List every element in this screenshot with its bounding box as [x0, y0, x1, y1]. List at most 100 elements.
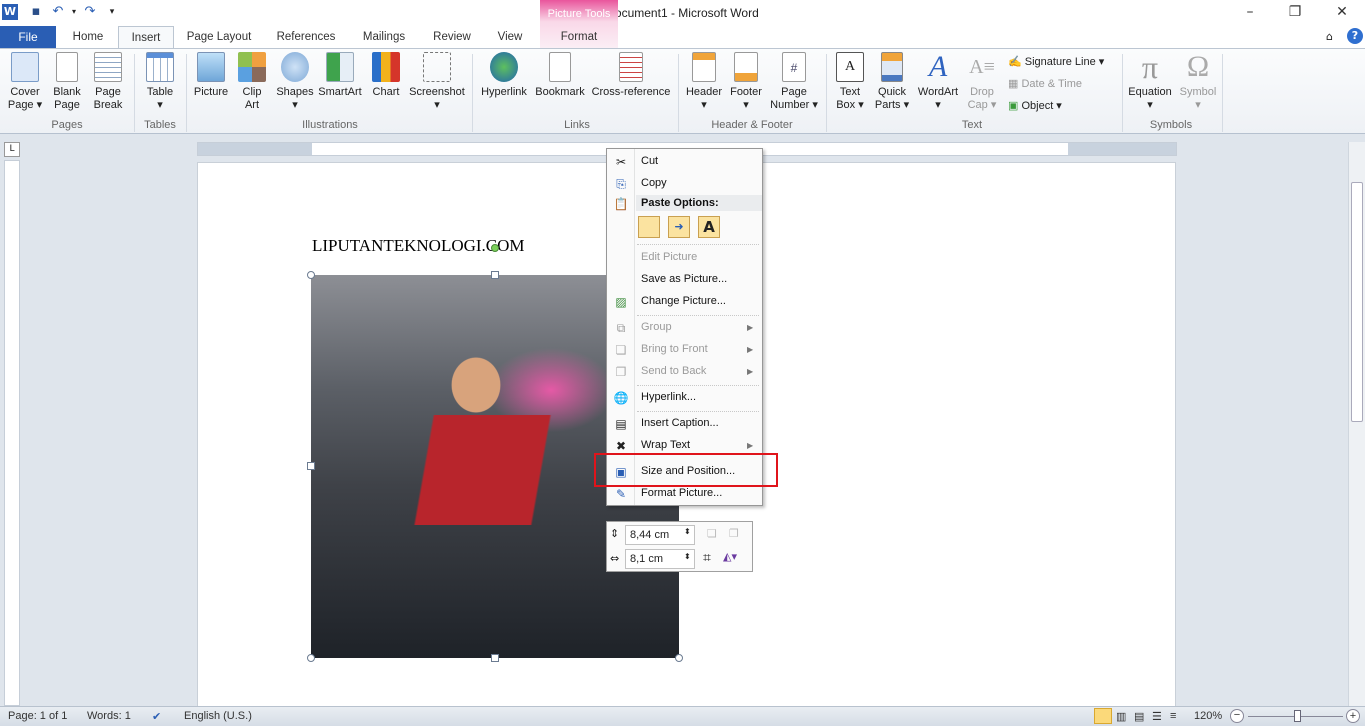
spinner-icon[interactable]: ⬍ — [684, 527, 691, 536]
crop-icon[interactable]: ⌗ — [703, 550, 711, 566]
date-time-button[interactable]: ▦ Date & Time — [1008, 77, 1082, 90]
resize-handle[interactable] — [307, 271, 315, 279]
tab-format[interactable]: Format — [545, 26, 613, 48]
zoom-out-icon[interactable]: − — [1230, 709, 1244, 723]
resize-handle[interactable] — [491, 654, 499, 662]
send-backward-icon[interactable]: ❐ — [729, 527, 739, 540]
tab-selector[interactable]: L — [4, 142, 20, 157]
draft-icon[interactable]: ≡ — [1170, 710, 1176, 722]
menu-item-save-as-picture[interactable]: Save as Picture... — [641, 273, 727, 285]
help-icon[interactable]: ? — [1347, 28, 1363, 44]
menu-item-edit-picture[interactable]: Edit Picture — [641, 251, 697, 263]
page-break-button[interactable]: Page Break — [88, 52, 128, 112]
proofing-icon[interactable]: ✔ — [152, 710, 161, 723]
symbol-button[interactable]: Ω Symbol ▾ — [1176, 52, 1220, 112]
outline-icon[interactable]: ☰ — [1152, 710, 1162, 723]
copy-icon: ⎘ — [616, 177, 626, 191]
tab-insert[interactable]: Insert — [118, 26, 174, 49]
menu-item-hyperlink[interactable]: Hyperlink... — [641, 391, 696, 403]
resize-handle[interactable] — [675, 654, 683, 662]
paste-options-label: Paste Options: — [641, 197, 719, 209]
group-text: Text — [961, 119, 983, 131]
clip-art-button[interactable]: Clip Art — [236, 52, 268, 112]
picture-button[interactable]: Picture — [190, 52, 232, 99]
minimize-ribbon-icon[interactable]: ⌂ — [1326, 30, 1333, 43]
bookmark-icon — [549, 52, 571, 82]
menu-item-cut[interactable]: Cut — [641, 155, 658, 167]
hyperlink-button[interactable]: Hyperlink — [478, 52, 530, 99]
status-bar: Page: 1 of 1 Words: 1 ✔ English (U.S.) ▥… — [0, 706, 1365, 726]
tab-review[interactable]: Review — [424, 26, 480, 48]
object-button[interactable]: ▣ Object ▾ — [1008, 99, 1062, 112]
tab-references[interactable]: References — [268, 26, 344, 48]
tab-file[interactable]: File — [0, 26, 56, 48]
print-layout-icon[interactable] — [1094, 708, 1112, 724]
text-box-button[interactable]: A Text Box ▾ — [830, 52, 870, 112]
zoom-slider-thumb[interactable] — [1294, 710, 1301, 722]
tab-home[interactable]: Home — [62, 26, 114, 48]
resize-handle[interactable] — [307, 462, 315, 470]
submenu-arrow-icon: ▶ — [747, 367, 754, 376]
paste-keep-formatting-icon[interactable] — [638, 216, 660, 238]
equation-button[interactable]: π Equation ▾ — [1124, 51, 1176, 112]
cross-reference-button[interactable]: Cross-reference — [590, 52, 672, 99]
zoom-level[interactable]: 120% — [1194, 710, 1222, 722]
wordart-button[interactable]: A WordArt ▾ — [914, 52, 962, 112]
vertical-ruler[interactable] — [4, 160, 20, 706]
menu-item-group[interactable]: Group — [641, 321, 672, 333]
menu-item-insert-caption[interactable]: Insert Caption... — [641, 417, 719, 429]
full-screen-reading-icon[interactable]: ▥ — [1116, 710, 1126, 723]
language[interactable]: English (U.S.) — [184, 710, 252, 722]
picture-tools-label: Picture Tools — [547, 8, 611, 20]
signature-line-button[interactable]: ✍ Signature Line ▾ — [1008, 55, 1104, 68]
quick-parts-button[interactable]: Quick Parts ▾ — [872, 52, 912, 112]
zoom-in-icon[interactable]: + — [1346, 709, 1360, 723]
bring-forward-icon[interactable]: ❏ — [707, 527, 717, 540]
header-button[interactable]: Header ▾ — [682, 52, 726, 112]
tab-mailings[interactable]: Mailings — [354, 26, 414, 48]
restore-button[interactable]: ❐ — [1280, 4, 1310, 22]
change-picture-icon: ▨ — [615, 295, 627, 309]
paste-text-only-icon[interactable]: A — [698, 216, 720, 238]
rotate-icon[interactable]: ◭▾ — [723, 550, 737, 563]
menu-item-copy[interactable]: Copy — [641, 177, 667, 189]
spinner-icon[interactable]: ⬍ — [684, 552, 691, 561]
footer-button[interactable]: Footer ▾ — [726, 52, 766, 112]
page-number-icon: # — [782, 52, 806, 82]
minimize-button[interactable]: – — [1235, 4, 1265, 22]
paste-merge-formatting-icon[interactable]: ➜ — [668, 216, 690, 238]
smartart-icon — [326, 52, 354, 82]
vertical-scrollbar[interactable] — [1348, 142, 1365, 706]
tab-view[interactable]: View — [488, 26, 532, 48]
group-icon: ⧉ — [616, 321, 626, 335]
menu-item-bring-to-front[interactable]: Bring to Front — [641, 343, 708, 355]
menu-item-send-to-back[interactable]: Send to Back — [641, 365, 706, 377]
menu-item-format-picture[interactable]: Format Picture... — [641, 487, 722, 499]
rotate-handle[interactable] — [491, 244, 499, 252]
clip-art-icon — [238, 52, 266, 82]
signature-line-icon: ✍ — [1008, 56, 1025, 68]
menu-item-change-picture[interactable]: Change Picture... — [641, 295, 726, 307]
web-layout-icon[interactable]: ▤ — [1134, 710, 1144, 723]
shapes-button[interactable]: Shapes ▾ — [274, 52, 316, 112]
cover-page-button[interactable]: Cover Page ▾ — [4, 52, 46, 112]
word-count[interactable]: Words: 1 — [87, 710, 131, 722]
drop-cap-button[interactable]: A≡ Drop Cap ▾ — [962, 52, 1002, 112]
screenshot-button[interactable]: Screenshot ▾ — [406, 52, 468, 112]
scrollbar-thumb[interactable] — [1351, 182, 1363, 422]
tab-page-layout[interactable]: Page Layout — [180, 26, 258, 48]
menu-item-wrap-text[interactable]: Wrap Text — [641, 439, 690, 451]
page-number-button[interactable]: # Page Number ▾ — [768, 52, 820, 112]
resize-handle[interactable] — [307, 654, 315, 662]
blank-page-button[interactable]: Blank Page — [48, 52, 86, 112]
bookmark-button[interactable]: Bookmark — [532, 52, 588, 99]
smartart-button[interactable]: SmartArt — [316, 52, 364, 99]
table-button[interactable]: Table ▾ — [140, 52, 180, 112]
blank-page-icon — [56, 52, 78, 82]
footer-icon — [734, 52, 758, 82]
resize-handle[interactable] — [491, 271, 499, 279]
chart-button[interactable]: Chart — [366, 52, 406, 99]
page-count[interactable]: Page: 1 of 1 — [8, 710, 67, 722]
close-button[interactable]: ✕ — [1327, 4, 1357, 22]
format-picture-icon: ✎ — [615, 487, 627, 501]
